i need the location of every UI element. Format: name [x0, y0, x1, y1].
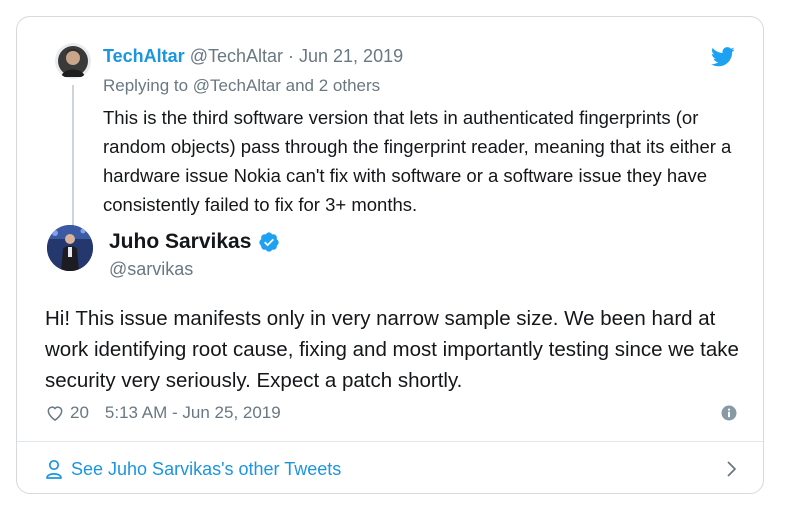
info-icon[interactable] — [721, 405, 737, 421]
see-other-tweets-link[interactable]: See Juho Sarvikas's other Tweets — [45, 455, 745, 483]
replying-to-users-link[interactable]: @TechAltar and 2 others — [193, 76, 380, 95]
header-separator: · — [283, 46, 300, 66]
twitter-bird-icon[interactable] — [711, 47, 735, 67]
footer-divider — [17, 441, 763, 442]
tweet-meta-row: 20 5:13 AM - Jun 25, 2019 — [45, 401, 745, 425]
like-count[interactable]: 20 — [70, 403, 89, 423]
tweet-timestamp[interactable]: 5:13 AM - Jun 25, 2019 — [105, 403, 281, 423]
tweet-embed-card: TechAltar @TechAltar · Jun 21, 2019 Repl… — [16, 16, 764, 494]
chevron-right-icon[interactable] — [727, 461, 737, 477]
main-tweet-text: Hi! This issue manifests only in very na… — [45, 307, 739, 392]
techaltar-avatar[interactable] — [55, 43, 91, 79]
parent-author-name[interactable]: TechAltar — [103, 46, 185, 66]
main-author-row: Juho Sarvikas — [109, 229, 280, 255]
verified-badge-icon — [259, 232, 280, 252]
main-author-handle[interactable]: @sarvikas — [109, 259, 193, 280]
replying-to-prefix: Replying to — [103, 76, 193, 95]
parent-tweet-date[interactable]: Jun 21, 2019 — [299, 46, 403, 66]
heart-icon[interactable] — [45, 403, 65, 423]
parent-tweet-header: TechAltar @TechAltar · Jun 21, 2019 — [103, 45, 403, 67]
main-author-name[interactable]: Juho Sarvikas — [109, 230, 251, 254]
person-icon — [46, 459, 62, 479]
parent-author-handle[interactable]: @TechAltar — [190, 46, 283, 66]
replying-to-line: Replying to @TechAltar and 2 others — [103, 75, 380, 97]
sarvikas-avatar[interactable] — [47, 225, 93, 271]
parent-tweet-text: This is the third software version that … — [103, 107, 732, 215]
see-other-tweets-label[interactable]: See Juho Sarvikas's other Tweets — [71, 459, 341, 480]
